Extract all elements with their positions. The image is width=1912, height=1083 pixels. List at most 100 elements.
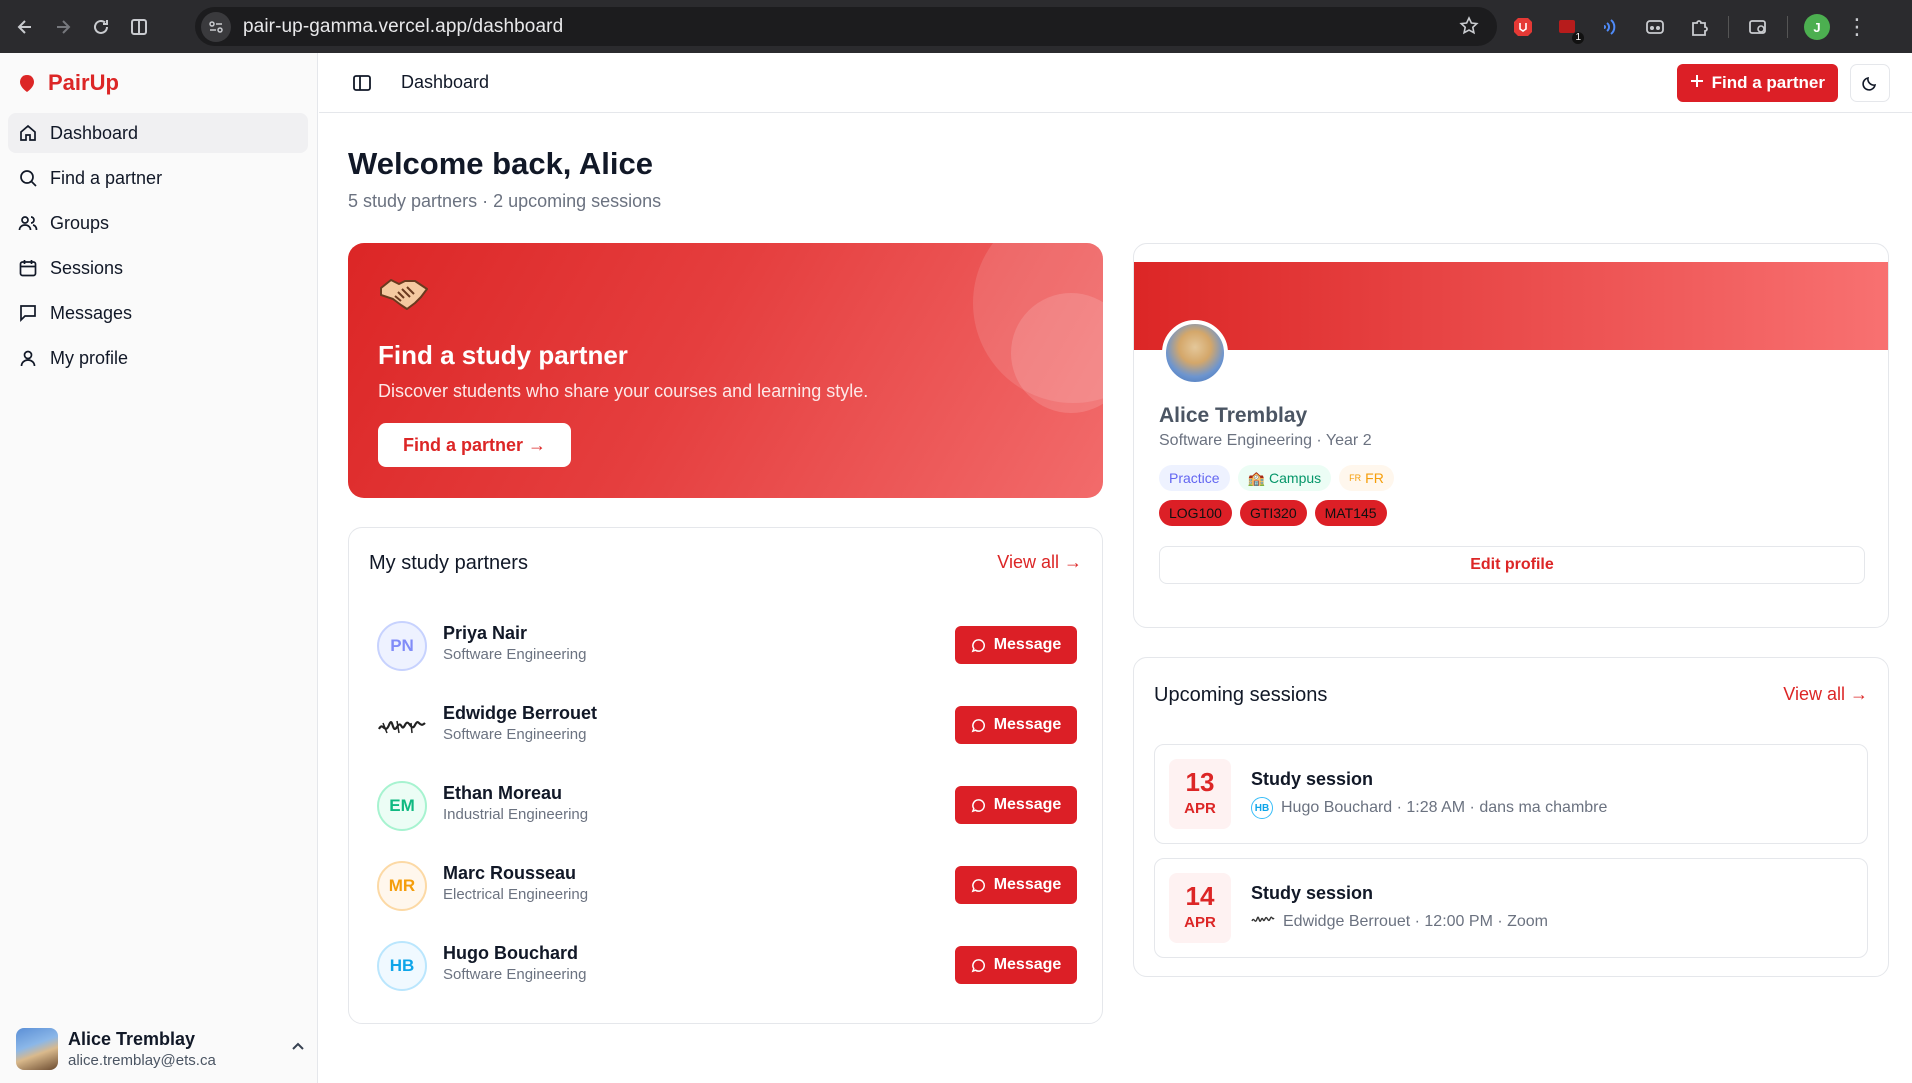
message-button[interactable]: Message <box>955 866 1077 904</box>
sidebar-toggle-icon[interactable] <box>351 72 373 94</box>
adblock-extension-icon[interactable] <box>1508 12 1538 42</box>
extension-badge: 1 <box>1572 32 1584 44</box>
profile-avatar[interactable]: J <box>1802 12 1832 42</box>
breadcrumb: Dashboard <box>401 72 490 92</box>
partner-avatar: HB <box>377 941 427 991</box>
course-tag: GTI320 <box>1239 500 1307 526</box>
session-day: 14 <box>1185 881 1215 911</box>
topbar: Dashboard Find a partner <box>319 53 1912 113</box>
wireless-extension-icon[interactable] <box>1596 12 1626 42</box>
partner-name: Ethan Moreau <box>443 783 563 803</box>
partner-department: Industrial Engineering <box>443 806 589 823</box>
partner-row: EM Ethan Moreau Industrial Engineering M… <box>377 774 1077 834</box>
chat-bubble-icon <box>971 638 985 652</box>
user-name: Alice Tremblay <box>68 1029 196 1049</box>
course-tag: MAT145 <box>1314 500 1387 526</box>
chat-bubble-icon <box>971 798 985 812</box>
chat-bubble-icon <box>971 718 985 732</box>
message-label: Message <box>993 716 1062 733</box>
find-partner-label: Find a partner <box>1711 73 1825 92</box>
sidebar-item-groups[interactable]: Groups <box>8 203 308 243</box>
session-title: Study session <box>1251 769 1374 789</box>
user-avatar <box>16 1028 58 1070</box>
flag-fr-icon: FR <box>1349 473 1362 483</box>
find-partner-button[interactable]: Find a partner <box>1676 64 1838 102</box>
upcoming-sessions-card: Upcoming sessions View all → 13 APR Stud… <box>1133 657 1889 977</box>
sidebar-item-label: Dashboard <box>50 122 139 143</box>
search-icon <box>20 170 37 187</box>
partners-view-all-link[interactable]: View all → <box>997 552 1082 573</box>
sidebar-item-find-partner[interactable]: Find a partner <box>8 158 308 198</box>
reader-extension-icon[interactable] <box>1640 12 1670 42</box>
calendar-icon <box>19 260 37 277</box>
session-item[interactable]: 14 APR Study session Edwidge Berrouet · … <box>1154 858 1868 958</box>
profile-courses: LOG100 GTI320 MAT145 <box>1159 500 1387 526</box>
handshake-icon <box>378 276 430 317</box>
session-month: APR <box>1184 914 1216 931</box>
partner-department: Software Engineering <box>443 966 587 983</box>
chip-campus-label: Campus <box>1269 470 1322 486</box>
browser-toolbar: pair-up-gamma.vercel.app/dashboard 1 J ⋮ <box>0 0 1912 53</box>
brand-name: PairUp <box>48 70 119 95</box>
partner-name: Edwidge Berrouet <box>443 703 598 723</box>
find-partner-hero: Find a study partner Discover students w… <box>348 243 1103 498</box>
back-icon[interactable] <box>12 14 38 40</box>
partner-department: Software Engineering <box>443 726 587 743</box>
session-month: APR <box>1184 800 1216 817</box>
partner-department: Electrical Engineering <box>443 886 589 903</box>
session-date: 13 APR <box>1169 759 1231 829</box>
partner-avatar: MR <box>377 861 427 911</box>
pairup-logo-icon <box>20 75 34 92</box>
session-partner-avatar-signature <box>1251 911 1275 932</box>
session-details: Edwidge Berrouet · 12:00 PM · Zoom <box>1283 912 1549 930</box>
user-icon <box>20 350 36 367</box>
reload-icon[interactable] <box>88 14 114 40</box>
session-title: Study session <box>1251 883 1374 903</box>
partner-row: PN Priya Nair Software Engineering Messa… <box>377 614 1077 674</box>
toolbar-divider <box>1787 16 1788 38</box>
course-tag: LOG100 <box>1159 500 1232 526</box>
message-label: Message <box>993 956 1062 973</box>
puzzle-icon[interactable] <box>1684 12 1714 42</box>
card-title: Upcoming sessions <box>1154 684 1328 706</box>
users-icon <box>18 216 38 231</box>
sidebar-item-sessions[interactable]: Sessions <box>8 248 308 288</box>
sidebar-item-label: Sessions <box>50 257 124 278</box>
extension-icon[interactable]: 1 <box>1552 12 1584 44</box>
hero-find-partner-button[interactable]: Find a partner → <box>378 423 572 467</box>
chevron-up-icon[interactable] <box>290 1039 306 1060</box>
sidebar-item-messages[interactable]: Messages <box>8 293 308 333</box>
user-menu[interactable]: Alice Tremblay alice.tremblay@ets.ca <box>16 1025 306 1073</box>
brand-logo[interactable]: PairUp <box>18 70 119 96</box>
partner-row: MR Marc Rousseau Electrical Engineering … <box>377 854 1077 914</box>
sidebar-item-label: Messages <box>50 302 133 323</box>
site-info-icon[interactable] <box>201 11 231 42</box>
partner-name: Marc Rousseau <box>443 863 577 883</box>
tab-search-icon[interactable] <box>1743 12 1773 42</box>
profile-preferences: Practice 🏫 Campus FR FR <box>1159 465 1394 491</box>
session-details: Hugo Bouchard · 1:28 AM · dans ma chambr… <box>1281 799 1608 816</box>
partner-avatar: EM <box>377 781 427 831</box>
edit-profile-button[interactable]: Edit profile <box>1159 546 1865 584</box>
message-button[interactable]: Message <box>955 786 1077 824</box>
study-partners-card: My study partners View all → PN Priya Na… <box>348 527 1103 1024</box>
sidebar-item-my-profile[interactable]: My profile <box>8 338 308 378</box>
forward-icon[interactable] <box>50 14 76 40</box>
message-button[interactable]: Message <box>955 626 1077 664</box>
partner-avatar: PN <box>377 621 427 671</box>
bookmark-star-icon[interactable] <box>1459 16 1479 41</box>
menu-kebab-icon[interactable]: ⋮ <box>1846 16 1868 38</box>
sessions-view-all-link[interactable]: View all → <box>1783 684 1868 705</box>
session-item[interactable]: 13 APR Study session HB Hugo Bouchard · … <box>1154 744 1868 844</box>
session-date: 14 APR <box>1169 873 1231 943</box>
message-button[interactable]: Message <box>955 946 1077 984</box>
url-text: pair-up-gamma.vercel.app/dashboard <box>243 15 564 37</box>
message-button[interactable]: Message <box>955 706 1077 744</box>
partner-name: Hugo Bouchard <box>443 943 578 963</box>
profile-card: Alice Tremblay Software Engineering · Ye… <box>1133 243 1889 628</box>
theme-toggle-button[interactable] <box>1850 64 1890 102</box>
sidebar-item-dashboard[interactable]: Dashboard <box>8 113 308 153</box>
partner-department: Software Engineering <box>443 646 587 663</box>
split-view-icon[interactable] <box>126 14 152 40</box>
address-bar[interactable]: pair-up-gamma.vercel.app/dashboard <box>195 7 1497 46</box>
